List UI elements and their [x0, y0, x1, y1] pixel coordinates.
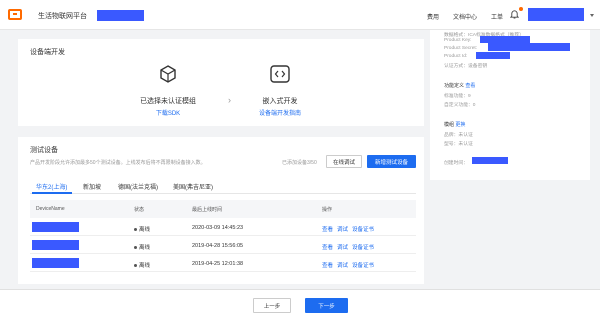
tab-region-frankfurt[interactable]: 德国(法兰克福): [118, 182, 158, 191]
chevron-right-icon: ›: [228, 95, 231, 105]
status-text: 离线: [139, 227, 151, 233]
footer-bar: [0, 289, 600, 323]
device-dev-guide-link[interactable]: 设备端开发指南: [240, 108, 320, 117]
step2-label: 嵌入式开发: [262, 98, 298, 105]
col-device-name: DeviceName: [36, 206, 65, 212]
status-dot: [134, 228, 137, 232]
bell-icon[interactable]: [510, 9, 519, 19]
top-bar: 生活物联网平台 费用 文档中心 工单: [0, 0, 600, 30]
custom-func-count: 自定义功能：0: [444, 103, 476, 108]
func-def-view-link[interactable]: 查看: [465, 83, 475, 89]
device-name-cell: [32, 222, 79, 232]
product-id-label: Product Id:: [444, 54, 468, 59]
func-def-label: 功能定义: [444, 83, 465, 89]
status-text: 离线: [139, 245, 151, 251]
product-key-value: [480, 36, 530, 43]
device-cert-link[interactable]: 设备证书: [352, 243, 374, 251]
device-dev-title: 设备端开发: [30, 49, 65, 56]
user-account[interactable]: [528, 8, 584, 21]
nav-tickets[interactable]: 工单: [491, 12, 503, 21]
module-cube-icon: [160, 65, 176, 83]
status-dot: [134, 246, 137, 250]
test-devices-title: 测试设备: [30, 147, 58, 154]
test-devices-description: 产品开发阶段允许添加最多50个测试设备。上线发布后将不再限制设备接入数。: [30, 160, 206, 166]
product-id-value: [476, 52, 510, 59]
active-tab-indicator: [32, 192, 72, 194]
last-online-cell: 2019-04-25 12:01:38: [192, 261, 244, 267]
app-title: 生活物联网平台: [38, 13, 87, 20]
view-link[interactable]: 查看: [322, 225, 333, 233]
add-test-device-button[interactable]: 新增测试设备: [367, 155, 416, 168]
download-sdk-link[interactable]: 下载SDK: [128, 108, 208, 117]
std-func-count: 标准功能：9: [444, 94, 471, 99]
debug-link[interactable]: 调试: [337, 243, 348, 251]
prev-step-button[interactable]: 上一步: [253, 298, 291, 313]
tab-region-singapore[interactable]: 新加坡: [83, 182, 101, 191]
created-time-value: [472, 157, 508, 164]
device-name-cell: [32, 240, 79, 250]
product-key-label: Product Key:: [444, 38, 472, 43]
notification-badge: [519, 7, 523, 11]
status-dot: [134, 264, 137, 268]
next-step-button[interactable]: 下一步: [305, 298, 348, 313]
product-secret-label: Product Secret:: [444, 46, 478, 51]
func-def-row: 功能定义 查看: [444, 82, 475, 89]
added-count: 已添加设备3/50: [282, 160, 317, 166]
device-dev-card: [18, 39, 424, 126]
module-label: 模组: [444, 122, 455, 128]
tab-region-shanghai[interactable]: 华东2(上海): [36, 182, 67, 191]
device-cert-link[interactable]: 设备证书: [352, 261, 374, 269]
nav-docs[interactable]: 文档中心: [453, 12, 477, 21]
nav-fees[interactable]: 费用: [427, 12, 439, 21]
code-chip-icon: [270, 65, 290, 83]
last-online-cell: 2020-03-09 14:45:23: [192, 225, 244, 231]
col-status: 状态: [134, 207, 145, 213]
debug-link[interactable]: 调试: [337, 261, 348, 269]
status-text: 离线: [139, 263, 151, 269]
module-replace-link[interactable]: 更换: [455, 122, 465, 128]
module-row: 模组 更换: [444, 121, 465, 128]
status-cell: 离线: [134, 225, 150, 233]
debug-link[interactable]: 调试: [337, 225, 348, 233]
tab-region-virginia[interactable]: 美国(弗吉尼亚): [173, 182, 213, 191]
module-model: 型号：未认证: [444, 142, 473, 147]
view-link[interactable]: 查看: [322, 243, 333, 251]
col-operations: 操作: [322, 207, 333, 213]
device-name-cell: [32, 258, 79, 268]
platform-logo-icon[interactable]: [8, 9, 22, 20]
created-time-label: 创建时间：: [444, 161, 468, 166]
product-secret-value: [488, 43, 570, 51]
tab-divider: [30, 193, 416, 194]
device-cert-link[interactable]: 设备证书: [352, 225, 374, 233]
auth-method: 认证方式：设备密钥: [444, 64, 488, 69]
last-online-cell: 2019-04-28 15:56:05: [192, 243, 244, 249]
module-brand: 品牌：未认证: [444, 133, 473, 138]
online-debug-button[interactable]: 在线调试: [326, 155, 362, 168]
chevron-down-icon[interactable]: [590, 14, 594, 17]
status-cell: 离线: [134, 261, 150, 269]
col-last-online: 最后上线时间: [192, 207, 223, 213]
step1-label: 已选择未认证模组: [140, 98, 196, 105]
project-selector[interactable]: [97, 10, 144, 21]
table-header: [30, 200, 416, 218]
view-link[interactable]: 查看: [322, 261, 333, 269]
status-cell: 离线: [134, 243, 150, 251]
